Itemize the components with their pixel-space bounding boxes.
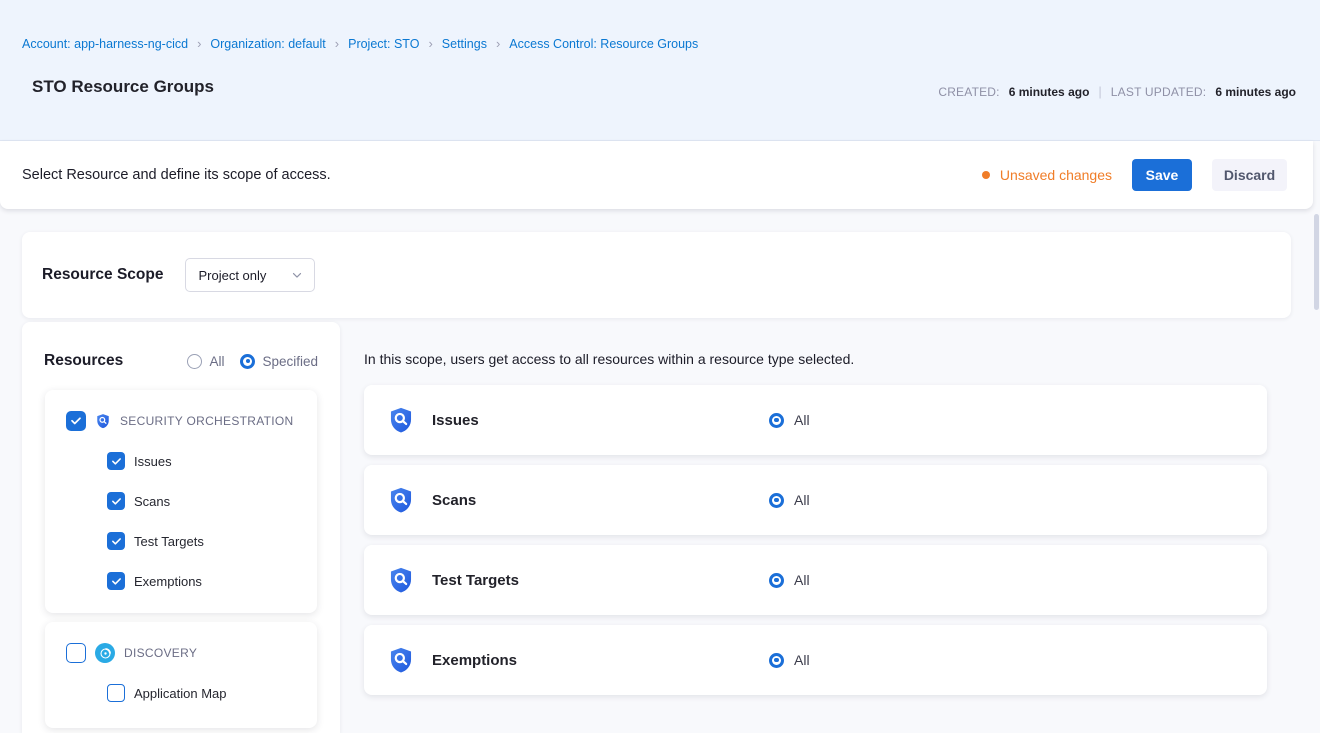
resources-title: Resources (44, 352, 123, 370)
scope-intro-text: In this scope, users get access to all r… (364, 351, 854, 367)
resource-row-exemptions: Exemptions All (364, 625, 1267, 695)
item-label: Exemptions (134, 574, 202, 589)
created-value: 6 minutes ago (1009, 85, 1090, 99)
radio-selected-icon[interactable] (769, 573, 784, 588)
item-label: Scans (134, 494, 170, 509)
checkbox-unchecked[interactable] (66, 643, 86, 663)
page-title: STO Resource Groups (32, 77, 214, 97)
access-radio-group: All (769, 572, 810, 588)
group-label: SECURITY ORCHESTRATION (120, 414, 294, 428)
sto-shield-icon (95, 413, 111, 429)
breadcrumb-link-settings[interactable]: Settings (442, 37, 487, 51)
chevron-right-icon: › (428, 37, 432, 50)
breadcrumb-link-access-control[interactable]: Access Control: Resource Groups (509, 37, 698, 51)
radio-all-label: All (209, 354, 224, 369)
checkbox-checked[interactable] (107, 452, 125, 470)
discovery-icon (95, 643, 115, 663)
resource-row-title: Issues (432, 412, 752, 429)
last-updated-label: LAST UPDATED: (1111, 85, 1207, 99)
chevron-down-icon (290, 268, 304, 282)
checkbox-checked[interactable] (66, 411, 86, 431)
access-all-label: All (794, 572, 810, 588)
resources-header: Resources All Specified (22, 322, 340, 370)
scrollbar-thumb[interactable] (1314, 214, 1319, 310)
page-header: Account: app-harness-ng-cicd › Organizat… (0, 0, 1320, 141)
checkbox-checked[interactable] (107, 532, 125, 550)
sto-shield-icon (387, 486, 415, 514)
toolbar-description: Select Resource and define its scope of … (22, 167, 331, 183)
breadcrumb-link-organization[interactable]: Organization: default (210, 37, 325, 51)
access-all-label: All (794, 492, 810, 508)
header-meta: CREATED: 6 minutes ago | LAST UPDATED: 6… (938, 84, 1296, 99)
resource-scope-label: Resource Scope (42, 266, 163, 284)
meta-divider: | (1098, 84, 1101, 99)
access-radio-group: All (769, 412, 810, 428)
resource-item-issues: Issues (107, 452, 317, 470)
item-label: Application Map (134, 686, 227, 701)
sto-shield-icon (387, 646, 415, 674)
access-all-label: All (794, 412, 810, 428)
item-label: Issues (134, 454, 172, 469)
resources-mode-radios: All Specified (187, 354, 318, 369)
access-radio-group: All (769, 652, 810, 668)
item-label: Test Targets (134, 534, 204, 549)
resource-scope-card: Resource Scope Project only (22, 232, 1291, 318)
toolbar-actions: Unsaved changes Save Discard (982, 159, 1287, 191)
radio-option-specified[interactable]: Specified (240, 354, 318, 369)
radio-specified-label: Specified (262, 354, 318, 369)
resource-scope-selected-value: Project only (198, 268, 266, 283)
resource-row-title: Exemptions (432, 652, 752, 669)
unsaved-changes-label: Unsaved changes (1000, 167, 1112, 183)
checkbox-unchecked[interactable] (107, 684, 125, 702)
checkbox-checked[interactable] (107, 572, 125, 590)
group-header: SECURITY ORCHESTRATION (45, 390, 317, 431)
unsaved-changes-indicator: Unsaved changes (982, 167, 1112, 183)
chevron-right-icon: › (335, 37, 339, 50)
save-button[interactable]: Save (1132, 159, 1192, 191)
radio-selected-icon[interactable] (240, 354, 255, 369)
sto-shield-icon (387, 566, 415, 594)
group-label: DISCOVERY (124, 646, 197, 660)
breadcrumb: Account: app-harness-ng-cicd › Organizat… (22, 37, 698, 51)
breadcrumb-link-project[interactable]: Project: STO (348, 37, 419, 51)
access-all-label: All (794, 652, 810, 668)
resource-item-test-targets: Test Targets (107, 532, 317, 550)
resource-row-title: Scans (432, 492, 752, 509)
group-items: Issues Scans Test Targets Exemptions (45, 431, 317, 590)
breadcrumb-link-account[interactable]: Account: app-harness-ng-cicd (22, 37, 188, 51)
resource-item-application-map: Application Map (107, 684, 317, 702)
chevron-right-icon: › (197, 37, 201, 50)
created-label: CREATED: (938, 85, 999, 99)
resource-item-exemptions: Exemptions (107, 572, 317, 590)
resource-row-issues: Issues All (364, 385, 1267, 455)
access-radio-group: All (769, 492, 810, 508)
chevron-right-icon: › (496, 37, 500, 50)
unsaved-dot-icon (982, 171, 990, 179)
resource-row-scans: Scans All (364, 465, 1267, 535)
sto-shield-icon (387, 406, 415, 434)
resource-item-scans: Scans (107, 492, 317, 510)
group-items: Application Map (45, 663, 317, 702)
resource-group-security-orchestration: SECURITY ORCHESTRATION Issues Scans Test… (45, 390, 317, 613)
checkbox-checked[interactable] (107, 492, 125, 510)
radio-selected-icon[interactable] (769, 493, 784, 508)
radio-selected-icon[interactable] (769, 413, 784, 428)
radio-unselected-icon[interactable] (187, 354, 202, 369)
toolbar: Select Resource and define its scope of … (0, 141, 1313, 209)
resource-row-test-targets: Test Targets All (364, 545, 1267, 615)
radio-option-all[interactable]: All (187, 354, 224, 369)
last-updated-value: 6 minutes ago (1215, 85, 1296, 99)
resources-sidebar: Resources All Specified (22, 322, 340, 733)
discard-button[interactable]: Discard (1212, 159, 1287, 191)
resource-row-title: Test Targets (432, 572, 752, 589)
resource-group-page: Account: app-harness-ng-cicd › Organizat… (0, 0, 1320, 733)
radio-selected-icon[interactable] (769, 653, 784, 668)
resource-group-discovery: DISCOVERY Application Map (45, 622, 317, 728)
group-header: DISCOVERY (45, 622, 317, 663)
resource-scope-select[interactable]: Project only (185, 258, 315, 292)
